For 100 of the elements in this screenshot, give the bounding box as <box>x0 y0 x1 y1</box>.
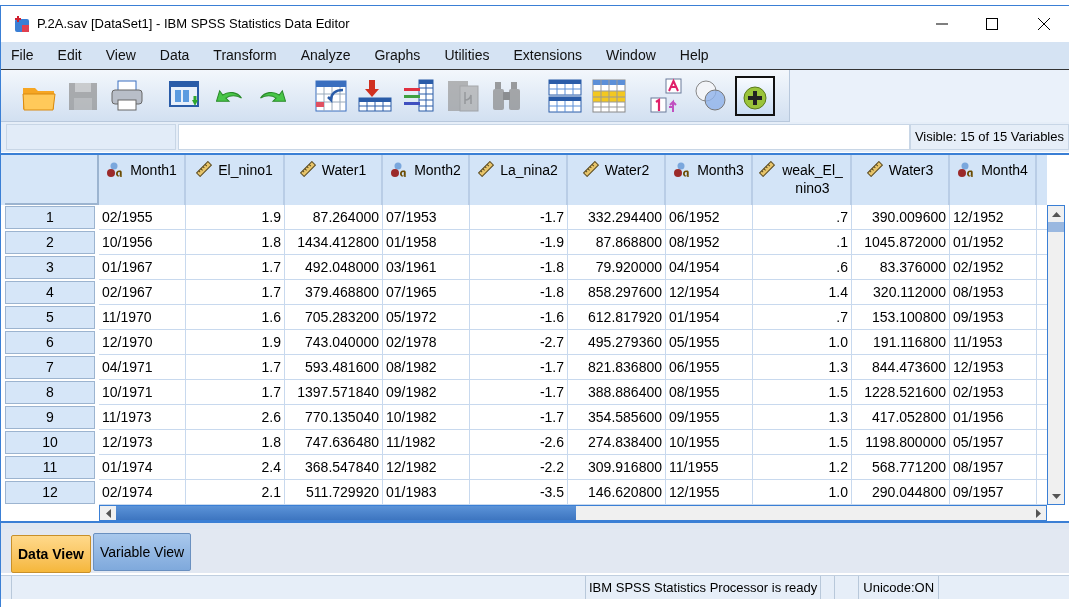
table-cell: 12/1970 <box>99 330 186 355</box>
menu-item[interactable]: Help <box>673 45 715 66</box>
horizontal-scrollbar[interactable] <box>99 505 1047 521</box>
table-cell: 495.279360 <box>568 330 666 355</box>
table-cell: 02/1953 <box>950 380 1037 405</box>
menu-item[interactable]: Utilities <box>438 45 496 66</box>
view-tab[interactable]: Variable View <box>92 533 192 571</box>
table-cell: 492.048000 <box>285 255 383 280</box>
table-cell: -2.7 <box>470 330 568 355</box>
table-cell: 12/1982 <box>383 455 470 480</box>
cell-value-field[interactable] <box>178 124 910 150</box>
table-cell: 01/1958 <box>383 230 470 255</box>
row-number[interactable]: 4 <box>5 281 95 304</box>
table-cell: 02/1978 <box>383 330 470 355</box>
table-cell: .1 <box>753 230 852 255</box>
grid-icon <box>591 77 627 114</box>
menu-item[interactable]: Window <box>600 45 662 66</box>
row-number[interactable]: 12 <box>5 481 95 504</box>
view-tab[interactable]: Data View <box>11 535 91 573</box>
ruler-icon <box>758 161 775 177</box>
menu-item[interactable]: Analyze <box>294 45 357 66</box>
table-cell: 191.116800 <box>852 330 950 355</box>
scrollbar-thumb[interactable] <box>1048 222 1064 232</box>
table-cell: -1.6 <box>470 305 568 330</box>
table-cell: 858.297600 <box>568 280 666 305</box>
vertical-scrollbar[interactable] <box>1047 205 1065 505</box>
table-cell: 10/1955 <box>666 430 753 455</box>
insert-column-icon <box>401 77 437 114</box>
row-number[interactable]: 8 <box>5 381 95 404</box>
scroll-down-icon <box>1051 493 1061 499</box>
table-cell: 1.0 <box>753 330 852 355</box>
table-cell: .7 <box>753 305 852 330</box>
nominal-icon <box>390 161 409 179</box>
table-cell: 743.040000 <box>285 330 383 355</box>
table-cell: 07/1953 <box>383 205 470 230</box>
table-cell: 04/1971 <box>99 355 186 380</box>
table-cell: 12/1952 <box>950 205 1037 230</box>
table-cell: 354.585600 <box>568 405 666 430</box>
row-number[interactable]: 10 <box>5 431 95 454</box>
table-cell: 1.5 <box>753 430 852 455</box>
printer-icon <box>109 77 145 114</box>
table-cell: 1045.872000 <box>852 230 950 255</box>
table-cell: -2.2 <box>470 455 568 480</box>
table-cell: 05/1957 <box>950 430 1037 455</box>
scroll-right-icon <box>1035 508 1041 518</box>
row-number[interactable]: 9 <box>5 406 95 429</box>
menu-item[interactable]: Data <box>153 45 196 66</box>
table-cell: 01/1956 <box>950 405 1037 430</box>
table-cell: 593.481600 <box>285 355 383 380</box>
menu-item[interactable]: File <box>5 45 40 66</box>
column-name: Month4 <box>981 161 1028 179</box>
menu-item[interactable]: View <box>99 45 142 66</box>
table-cell: 1.7 <box>186 355 285 380</box>
table-cell: 568.771200 <box>852 455 950 480</box>
table-cell: 1198.800000 <box>852 430 950 455</box>
table-cell: 1.8 <box>186 430 285 455</box>
table-cell: 09/1955 <box>666 405 753 430</box>
row-number[interactable]: 6 <box>5 331 95 354</box>
toolbar-button[interactable] <box>735 75 775 116</box>
table-cell: 02/1952 <box>950 255 1037 280</box>
table-cell: 368.547840 <box>285 455 383 480</box>
table-cell: 1.7 <box>186 280 285 305</box>
cell-reference-field[interactable] <box>6 124 176 150</box>
table-cell: 11/1955 <box>666 455 753 480</box>
row-number[interactable]: 1 <box>5 206 95 229</box>
row-number[interactable]: 7 <box>5 356 95 379</box>
table-cell: 1.7 <box>186 255 285 280</box>
table-cell: 612.817920 <box>568 305 666 330</box>
ruler-icon <box>582 161 599 177</box>
split-table-icon <box>547 77 583 114</box>
table-cell: 1.3 <box>753 355 852 380</box>
window-title: P.2A.sav [DataSet1] - IBM SPSS Statistics Data Editor <box>37 15 350 34</box>
table-cell: -1.7 <box>470 205 568 230</box>
table-cell: 01/1954 <box>666 305 753 330</box>
table-cell: 87.264000 <box>285 205 383 230</box>
column-name: Water1 <box>321 161 367 179</box>
table-cell: 1.5 <box>753 380 852 405</box>
ruler-icon <box>299 161 316 177</box>
menu-item[interactable]: Extensions <box>507 45 588 66</box>
table-cell: 04/1954 <box>666 255 753 280</box>
splitter-bar[interactable] <box>1 521 1069 529</box>
row-number[interactable]: 5 <box>5 306 95 329</box>
table-cell: 274.838400 <box>568 430 666 455</box>
table-cell: 10/1971 <box>99 380 186 405</box>
table-cell: 844.473600 <box>852 355 950 380</box>
table-cell: 02/1967 <box>99 280 186 305</box>
table-cell: 11/1970 <box>99 305 186 330</box>
table-cell: 1228.521600 <box>852 380 950 405</box>
row-number[interactable]: 3 <box>5 256 95 279</box>
table-cell: 83.376000 <box>852 255 950 280</box>
table-cell: 1.9 <box>186 330 285 355</box>
row-number[interactable]: 11 <box>5 456 95 479</box>
visible-variables-label: Visible: 15 of 15 Variables <box>909 124 1069 150</box>
ruler-icon <box>866 161 883 177</box>
menu-item[interactable]: Graphs <box>368 45 427 66</box>
row-number[interactable]: 2 <box>5 231 95 254</box>
table-cell: 320.112000 <box>852 280 950 305</box>
menu-item[interactable]: Transform <box>207 45 283 66</box>
menu-item[interactable]: Edit <box>51 45 88 66</box>
table-cell: 388.886400 <box>568 380 666 405</box>
